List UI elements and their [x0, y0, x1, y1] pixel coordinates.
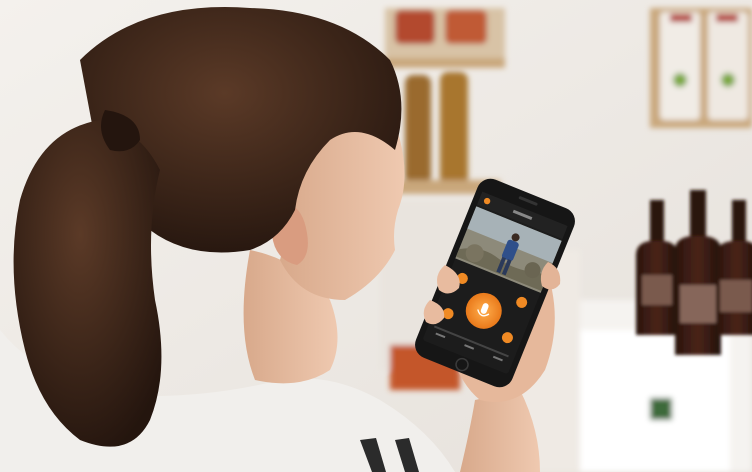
wine-bottles	[636, 190, 752, 355]
wooden-crate	[650, 8, 752, 128]
photo-scene	[0, 0, 752, 472]
scene-illustration	[0, 0, 752, 472]
